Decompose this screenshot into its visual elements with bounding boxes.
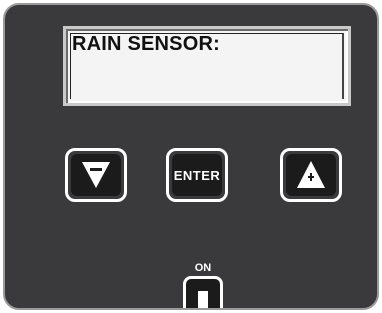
down-minus-button[interactable] (65, 148, 127, 202)
controller-panel: RAIN SENSOR: ENTER ON (3, 3, 379, 310)
power-switch-lever (198, 291, 208, 308)
enter-label: ENTER (173, 167, 221, 183)
lcd-text: RAIN SENSOR: (72, 33, 220, 55)
up-plus-button-face (286, 154, 336, 196)
plus-up-triangle-icon (297, 161, 325, 188)
power-switch[interactable] (183, 276, 223, 308)
enter-button[interactable]: ENTER (166, 148, 228, 202)
up-plus-button[interactable] (280, 148, 342, 202)
enter-button-face: ENTER (172, 154, 222, 196)
lcd-display: RAIN SENSOR: (63, 26, 351, 106)
power-on-label: ON (194, 262, 212, 274)
down-minus-button-face (71, 154, 121, 196)
minus-down-triangle-icon (82, 162, 110, 188)
